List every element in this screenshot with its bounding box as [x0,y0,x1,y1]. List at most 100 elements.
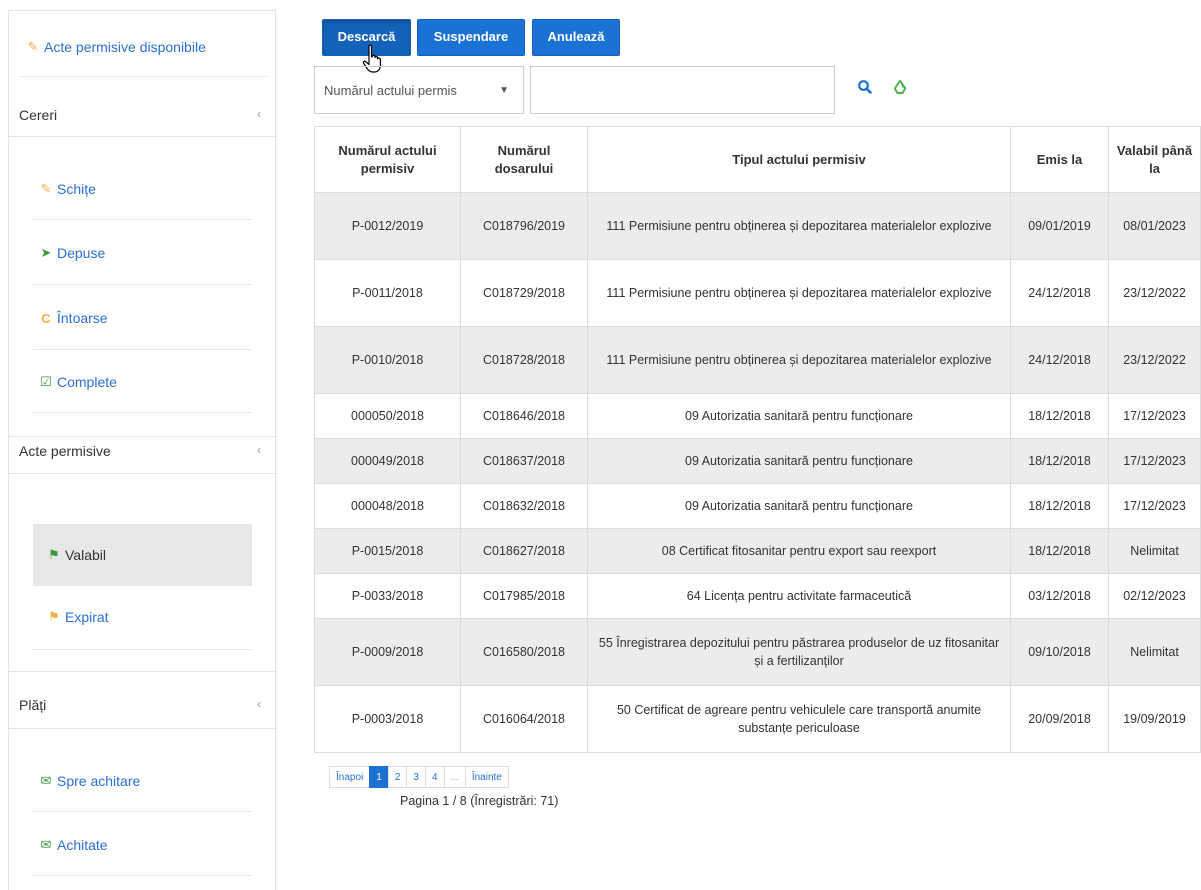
permit-type-cell: 111 Permisiune pentru obținerea și depoz… [587,259,1011,327]
issued-on-cell: 09/01/2019 [1010,192,1109,260]
table-row[interactable]: P-0003/2018 C016064/2018 50 Certificat d… [314,685,1201,753]
caret-down-icon: ▼ [499,84,509,96]
permit-type-cell: 09 Autorizatia sanitară pentru funcționa… [587,483,1011,529]
issued-on-cell: 24/12/2018 [1010,326,1109,394]
permit-number-cell: 000049/2018 [314,438,461,484]
chevron-left-icon: ‹ [257,697,261,711]
pagination-page-4[interactable]: 4 [424,766,445,788]
chevron-left-icon: ‹ [257,443,261,457]
sidebar-section-plati[interactable]: Plăți ‹ [19,697,267,713]
sidebar-item-depuse[interactable]: ➤ Depuse [39,245,106,261]
search-icon[interactable] [856,78,874,96]
table-row[interactable]: 000048/2018 C018632/2018 09 Autorizatia … [314,483,1201,529]
issued-on-cell: 03/12/2018 [1010,573,1109,619]
divider [33,412,252,413]
sidebar-item-schite[interactable]: ✎ Schițe [39,181,96,197]
sidebar-section-cereri[interactable]: Cereri ‹ [19,107,267,123]
table-row[interactable]: P-0015/2018 C018627/2018 08 Certificat f… [314,528,1201,574]
file-number-cell: C018796/2019 [460,192,588,260]
column-header-permit-number[interactable]: Numărul actului permisiv [314,126,461,193]
search-input[interactable] [530,66,835,114]
chevron-left-icon: ‹ [257,107,261,121]
permit-type-cell: 50 Certificat de agreare pentru vehicule… [587,685,1011,753]
valid-until-cell: 17/12/2023 [1108,483,1201,529]
file-number-cell: C018729/2018 [460,259,588,327]
permit-number-cell: P-0033/2018 [314,573,461,619]
column-header-valid-until[interactable]: Valabil până la [1108,126,1201,193]
issued-on-cell: 20/09/2018 [1010,685,1109,753]
pagination-page-2[interactable]: 2 [387,766,408,788]
file-number-cell: C018728/2018 [460,326,588,394]
sidebar-link-available-permits[interactable]: ✎ Acte permisive disponibile [26,39,206,55]
divider [33,649,252,650]
table-row[interactable]: P-0033/2018 C017985/2018 64 Licența pent… [314,573,1201,619]
sidebar-item-label: Achitate [57,837,108,853]
column-header-issued-on[interactable]: Emis la [1010,126,1109,193]
sidebar-section-acte-permisive[interactable]: Acte permisive ‹ [19,443,267,459]
sidebar-item-achitate[interactable]: ✉ Achitate [39,837,108,853]
sidebar-item-spre-achitare[interactable]: ✉ Spre achitare [39,773,141,789]
column-header-permit-type[interactable]: Tipul actului permisiv [587,126,1011,193]
permit-type-cell: 111 Permisiune pentru obținerea și depoz… [587,192,1011,260]
recycle-icon[interactable] [891,78,909,96]
divider [33,811,252,812]
sidebar-item-expirat[interactable]: ⚑ Expirat [47,609,108,625]
valid-until-cell: Nelimitat [1108,618,1201,686]
table-row[interactable]: 000050/2018 C018646/2018 09 Autorizatia … [314,393,1201,439]
pagination-page-3[interactable]: 3 [406,766,426,788]
sidebar-link-label: Acte permisive disponibile [44,39,206,55]
select-value: Numărul actului permis [324,82,457,98]
table-row[interactable]: 000049/2018 C018637/2018 09 Autorizatia … [314,438,1201,484]
envelope-icon: ✉ [40,773,52,788]
pagination: Înapoi 1 2 3 4 ... Înainte [329,766,509,788]
pagination-prev-button[interactable]: Înapoi [329,766,371,788]
permit-type-cell: 64 Licența pentru activitate farmaceutic… [587,573,1011,619]
sidebar-item-valabil[interactable]: ⚑ Valabil [47,547,106,563]
pagination-info: Pagina 1 / 8 (Înregistrări: 71) [400,794,559,808]
valid-until-cell: 08/01/2023 [1108,192,1201,260]
tag-icon: ⚑ [48,609,60,624]
valid-until-cell: 23/12/2022 [1108,326,1201,394]
permit-number-cell: P-0015/2018 [314,528,461,574]
permits-table: Numărul actului permisiv Numărul dosarul… [314,126,1201,753]
sidebar-item-complete[interactable]: ☑ Complete [39,374,117,390]
valid-until-cell: 02/12/2023 [1108,573,1201,619]
cancel-button[interactable]: Anulează [532,19,620,56]
table-row[interactable]: P-0010/2018 C018728/2018 111 Permisiune … [314,326,1201,394]
sidebar-item-label: Întoarse [57,310,108,326]
table-row[interactable]: P-0009/2018 C016580/2018 55 Înregistrare… [314,618,1201,686]
pagination-page-1[interactable]: 1 [369,766,389,788]
permit-type-cell: 09 Autorizatia sanitară pentru funcționa… [587,393,1011,439]
permit-type-cell: 09 Autorizatia sanitară pentru funcționa… [587,438,1011,484]
issued-on-cell: 18/12/2018 [1010,393,1109,439]
table-row[interactable]: P-0012/2019 C018796/2019 111 Permisiune … [314,192,1201,260]
file-number-cell: C016064/2018 [460,685,588,753]
search-field-select[interactable]: Numărul actului permis ▼ [314,66,524,114]
permit-number-cell: P-0003/2018 [314,685,461,753]
sidebar-item-intoarse[interactable]: C Întoarse [39,310,108,326]
permit-type-cell: 55 Înregistrarea depozitului pentru păst… [587,618,1011,686]
divider [9,671,277,672]
suspend-button[interactable]: Suspendare [417,19,525,56]
issued-on-cell: 18/12/2018 [1010,438,1109,484]
sidebar-item-label: Complete [57,374,117,390]
valid-until-cell: 23/12/2022 [1108,259,1201,327]
envelope-icon: ✉ [40,837,52,852]
redo-icon: C [41,310,51,326]
column-header-file-number[interactable]: Numărul dosarului [460,126,588,193]
pagination-next-button[interactable]: Înainte [464,766,509,788]
file-number-cell: C018637/2018 [460,438,588,484]
permit-number-cell: P-0009/2018 [314,618,461,686]
issued-on-cell: 18/12/2018 [1010,528,1109,574]
sidebar: ✎ Acte permisive disponibile Cereri ‹ ✎ … [8,10,277,890]
valid-until-cell: 17/12/2023 [1108,438,1201,484]
table-row[interactable]: P-0011/2018 C018729/2018 111 Permisiune … [314,259,1201,327]
edit-icon: ✎ [40,181,52,196]
divider [9,136,277,137]
permit-type-cell: 111 Permisiune pentru obținerea și depoz… [587,326,1011,394]
divider [33,284,252,285]
divider [33,349,252,350]
edit-icon: ✎ [27,39,39,54]
sidebar-item-label: Depuse [57,245,106,261]
issued-on-cell: 09/10/2018 [1010,618,1109,686]
